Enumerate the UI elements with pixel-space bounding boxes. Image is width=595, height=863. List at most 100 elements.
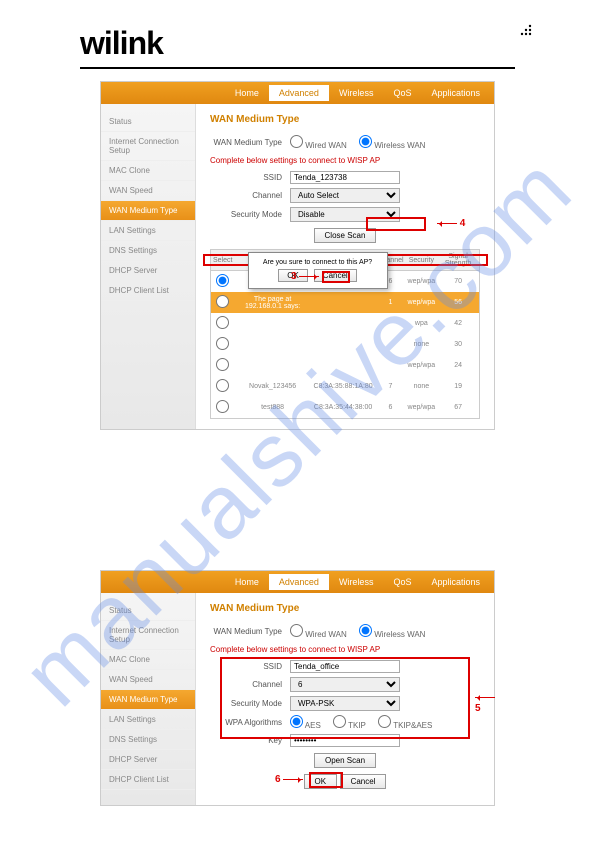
row-select-radio[interactable] (216, 274, 229, 287)
cell-channel (375, 334, 405, 355)
callout-4: 4 (437, 218, 465, 229)
sidebar-item-status[interactable]: Status (101, 112, 195, 132)
sidebar: Status Internet Connection Setup MAC Clo… (101, 593, 196, 805)
ssid-label: SSID (210, 173, 290, 182)
medium-type-label: WAN Medium Type (210, 138, 290, 147)
tab-wireless[interactable]: Wireless (329, 574, 384, 590)
cell-security: wep/wpa (406, 271, 438, 293)
cell-signal: 67 (437, 397, 479, 419)
sidebar-item-wan-speed[interactable]: WAN Speed (101, 670, 195, 690)
cell-channel (375, 313, 405, 334)
section-title: WAN Medium Type (210, 114, 480, 125)
annotation-box-4 (366, 217, 426, 231)
medium-type-label: WAN Medium Type (210, 627, 290, 636)
tab-wireless[interactable]: Wireless (329, 85, 384, 101)
table-row[interactable]: The page at 192.168.0.1 says: 1wep/wpa56 (211, 292, 480, 313)
page-header: wilink (0, 0, 595, 67)
cell-signal: 19 (437, 376, 479, 397)
header-divider (80, 67, 515, 69)
tab-advanced[interactable]: Advanced (269, 574, 329, 590)
sidebar-item-dhcp-server[interactable]: DHCP Server (101, 261, 195, 281)
wireless-wan-radio[interactable]: Wireless WAN (359, 141, 426, 150)
cell-security: wep/wpa (406, 397, 438, 419)
sidebar-item-mac-clone[interactable]: MAC Clone (101, 161, 195, 181)
sidebar-item-dhcp-client[interactable]: DHCP Client List (101, 770, 195, 790)
annotation-box-5 (220, 657, 470, 739)
tab-advanced[interactable]: Advanced (269, 85, 329, 101)
wireless-wan-radio[interactable]: Wireless WAN (359, 630, 426, 639)
wired-wan-radio[interactable]: Wired WAN (290, 630, 347, 639)
screenshot-2: Home Advanced Wireless QoS Applications … (100, 570, 495, 806)
callout-3: 3 (291, 271, 319, 282)
sidebar-item-dhcp-client[interactable]: DHCP Client List (101, 281, 195, 301)
cell-channel (375, 355, 405, 376)
cell-ssid: test888 (234, 397, 310, 419)
sidebar-item-wan-medium[interactable]: WAN Medium Type (101, 201, 195, 221)
cell-security: wep/wpa (406, 355, 438, 376)
callout-6: 6 (275, 774, 303, 785)
sidebar-item-mac-clone[interactable]: MAC Clone (101, 650, 195, 670)
security-label: Security Mode (210, 210, 290, 219)
cell-channel: 7 (375, 376, 405, 397)
table-row[interactable]: wep/wpa24 (211, 355, 480, 376)
row-select-radio[interactable] (216, 358, 229, 371)
row-select-radio[interactable] (216, 400, 229, 413)
ssid-input[interactable] (290, 171, 400, 184)
tab-qos[interactable]: QoS (383, 574, 421, 590)
channel-select[interactable]: Auto Select (290, 188, 400, 203)
cell-security: wep/wpa (406, 292, 438, 313)
sidebar-item-dhcp-server[interactable]: DHCP Server (101, 750, 195, 770)
sidebar-item-wan-medium[interactable]: WAN Medium Type (101, 690, 195, 710)
cell-ssid: Novak_123456 (234, 376, 310, 397)
screenshot-1: Home Advanced Wireless QoS Applications … (100, 81, 495, 430)
sidebar-item-status[interactable]: Status (101, 601, 195, 621)
tab-applications[interactable]: Applications (421, 85, 490, 101)
cell-signal: 30 (437, 334, 479, 355)
sidebar-item-lan[interactable]: LAN Settings (101, 221, 195, 241)
logo: wilink (80, 25, 515, 62)
cell-channel: 6 (375, 397, 405, 419)
content-panel: WAN Medium Type WAN Medium Type Wired WA… (196, 593, 494, 805)
wired-wan-radio[interactable]: Wired WAN (290, 141, 347, 150)
cell-ssid: The page at 192.168.0.1 says: (234, 292, 310, 313)
sidebar-item-internet[interactable]: Internet Connection Setup (101, 621, 195, 650)
table-row[interactable]: wpa42 (211, 313, 480, 334)
row-select-radio[interactable] (216, 379, 229, 392)
cell-signal: 42 (437, 313, 479, 334)
row-select-radio[interactable] (216, 295, 229, 308)
cell-security: none (406, 334, 438, 355)
open-scan-button[interactable]: Open Scan (314, 753, 376, 768)
cell-security: none (406, 376, 438, 397)
tab-qos[interactable]: QoS (383, 85, 421, 101)
row-select-radio[interactable] (216, 316, 229, 329)
table-row[interactable]: test888C8:3A:35:44:38:006wep/wpa67 (211, 397, 480, 419)
sidebar-item-lan[interactable]: LAN Settings (101, 710, 195, 730)
cell-security: wpa (406, 313, 438, 334)
annotation-box-6 (309, 772, 343, 788)
tab-home[interactable]: Home (225, 85, 269, 101)
tab-home[interactable]: Home (225, 574, 269, 590)
sidebar-item-dns[interactable]: DNS Settings (101, 241, 195, 261)
warning-text: Complete below settings to connect to WI… (210, 156, 480, 165)
cell-ssid (234, 355, 310, 376)
callout-5: 5 (475, 692, 495, 714)
sidebar-item-dns[interactable]: DNS Settings (101, 730, 195, 750)
cell-mac (311, 313, 376, 334)
cell-signal: 56 (437, 292, 479, 313)
table-row[interactable]: Novak_123456C8:3A:35:88:1A:807none19 (211, 376, 480, 397)
table-row[interactable]: none30 (211, 334, 480, 355)
annotation-box-3 (322, 271, 350, 283)
cell-mac: C8:3A:35:44:38:00 (311, 397, 376, 419)
cell-channel: 1 (375, 292, 405, 313)
dialog-text: Are you sure to connect to this AP? (255, 259, 381, 266)
cell-mac (311, 292, 376, 313)
sidebar-item-internet[interactable]: Internet Connection Setup (101, 132, 195, 161)
cell-ssid (234, 313, 310, 334)
row-select-radio[interactable] (216, 337, 229, 350)
cell-signal: 70 (437, 271, 479, 293)
cancel-button[interactable]: Cancel (340, 774, 387, 789)
tab-applications[interactable]: Applications (421, 574, 490, 590)
cell-ssid (234, 334, 310, 355)
logo-text: wilink (80, 25, 163, 61)
sidebar-item-wan-speed[interactable]: WAN Speed (101, 181, 195, 201)
